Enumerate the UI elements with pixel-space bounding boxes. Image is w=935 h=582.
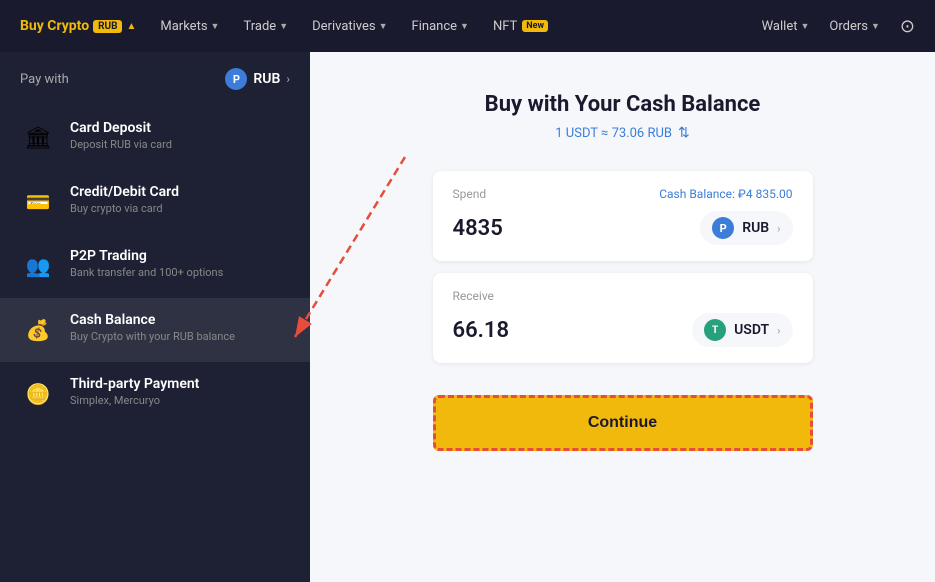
content-area: Buy with Your Cash Balance 1 USDT ≈ 73.0… bbox=[310, 52, 935, 582]
pay-with-label: Pay with bbox=[20, 72, 69, 87]
spend-section: Spend Cash Balance: ₽4 835.00 4835 P RUB… bbox=[433, 171, 813, 261]
spend-value: 4835 bbox=[453, 216, 503, 241]
receive-label: Receive bbox=[453, 289, 494, 303]
nav-item-orders[interactable]: Orders ▼ bbox=[829, 19, 880, 34]
cash-balance-text: Cash Balance Buy Crypto with your RUB ba… bbox=[70, 312, 290, 343]
nav-logo-chevron: ▲ bbox=[126, 21, 136, 32]
exchange-icon: ⇅ bbox=[678, 125, 690, 141]
sidebar-item-credit-debit[interactable]: 💳 Credit/Debit Card Buy crypto via card bbox=[0, 170, 310, 234]
sidebar: Pay with P RUB › 🏛 Card Deposit Deposit … bbox=[0, 52, 310, 582]
markets-chevron-icon: ▼ bbox=[211, 21, 220, 32]
selected-currency: RUB bbox=[253, 71, 280, 87]
receive-section: Receive 66.18 T USDT › bbox=[433, 273, 813, 363]
spend-currency-selector[interactable]: P RUB › bbox=[700, 211, 792, 245]
spend-header: Spend Cash Balance: ₽4 835.00 bbox=[453, 187, 793, 201]
receive-value: 66.18 bbox=[453, 318, 510, 343]
exchange-rate: 1 USDT ≈ 73.06 RUB ⇅ bbox=[555, 125, 689, 141]
orders-chevron-icon: ▼ bbox=[871, 21, 880, 32]
spend-currency-label: RUB bbox=[742, 220, 769, 236]
credit-card-icon: 💳 bbox=[20, 184, 56, 220]
nav-item-trade[interactable]: Trade ▼ bbox=[243, 19, 288, 34]
spend-label: Spend bbox=[453, 187, 487, 201]
nav-right: Wallet ▼ Orders ▼ ⊙ bbox=[762, 16, 915, 37]
spend-card: Spend Cash Balance: ₽4 835.00 4835 P RUB… bbox=[433, 171, 813, 261]
sidebar-item-third-party[interactable]: 🪙 Third-party Payment Simplex, Mercuryo bbox=[0, 362, 310, 426]
p2p-text: P2P Trading Bank transfer and 100+ optio… bbox=[70, 248, 290, 279]
nft-new-badge: New bbox=[522, 20, 548, 32]
navbar: Buy Crypto RUB ▲ Markets ▼ Trade ▼ Deriv… bbox=[0, 0, 935, 52]
receive-card: Receive 66.18 T USDT › bbox=[433, 273, 813, 363]
nav-item-derivatives[interactable]: Derivatives ▼ bbox=[312, 19, 387, 34]
receive-currency-label: USDT bbox=[734, 322, 769, 338]
nav-logo-text: Buy Crypto bbox=[20, 18, 89, 34]
nav-currency-badge: RUB bbox=[93, 20, 122, 33]
derivatives-chevron-icon: ▼ bbox=[379, 21, 388, 32]
trade-chevron-icon: ▼ bbox=[279, 21, 288, 32]
third-party-text: Third-party Payment Simplex, Mercuryo bbox=[70, 376, 290, 407]
sidebar-item-cash-balance[interactable]: 💰 Cash Balance Buy Crypto with your RUB … bbox=[0, 298, 310, 362]
nav-item-nft[interactable]: NFT New bbox=[493, 19, 548, 34]
page-title: Buy with Your Cash Balance bbox=[485, 92, 761, 117]
continue-button[interactable]: Continue bbox=[433, 395, 813, 451]
nav-item-wallet[interactable]: Wallet ▼ bbox=[762, 19, 810, 34]
spend-input-row: 4835 P RUB › bbox=[453, 211, 793, 245]
sidebar-item-card-deposit[interactable]: 🏛 Card Deposit Deposit RUB via card bbox=[0, 106, 310, 170]
currency-chevron-icon: › bbox=[286, 72, 290, 86]
nav-item-finance[interactable]: Finance ▼ bbox=[412, 19, 469, 34]
card-deposit-text: Card Deposit Deposit RUB via card bbox=[70, 120, 290, 151]
receive-input-row: 66.18 T USDT › bbox=[453, 313, 793, 347]
nav-item-markets[interactable]: Markets ▼ bbox=[160, 19, 219, 34]
pay-with-header: Pay with P RUB › bbox=[0, 52, 310, 106]
cash-balance-icon: 💰 bbox=[20, 312, 56, 348]
finance-chevron-icon: ▼ bbox=[460, 21, 469, 32]
receive-header: Receive bbox=[453, 289, 793, 303]
nav-logo[interactable]: Buy Crypto RUB ▲ bbox=[20, 18, 136, 34]
bank-icon: 🏛 bbox=[20, 120, 56, 156]
usdt-icon: T bbox=[704, 319, 726, 341]
third-party-icon: 🪙 bbox=[20, 376, 56, 412]
rub-p-icon: P bbox=[712, 217, 734, 239]
receive-currency-chevron: › bbox=[777, 324, 780, 337]
sidebar-item-p2p[interactable]: 👥 P2P Trading Bank transfer and 100+ opt… bbox=[0, 234, 310, 298]
currency-badge[interactable]: P RUB › bbox=[225, 68, 290, 90]
nav-profile-icon[interactable]: ⊙ bbox=[900, 16, 915, 37]
balance-display: Cash Balance: ₽4 835.00 bbox=[659, 187, 792, 201]
p2p-icon: 👥 bbox=[20, 248, 56, 284]
spend-currency-chevron: › bbox=[777, 222, 780, 235]
receive-currency-selector[interactable]: T USDT › bbox=[692, 313, 792, 347]
credit-debit-text: Credit/Debit Card Buy crypto via card bbox=[70, 184, 290, 215]
wallet-chevron-icon: ▼ bbox=[800, 21, 809, 32]
p-icon: P bbox=[225, 68, 247, 90]
main-layout: Pay with P RUB › 🏛 Card Deposit Deposit … bbox=[0, 52, 935, 582]
